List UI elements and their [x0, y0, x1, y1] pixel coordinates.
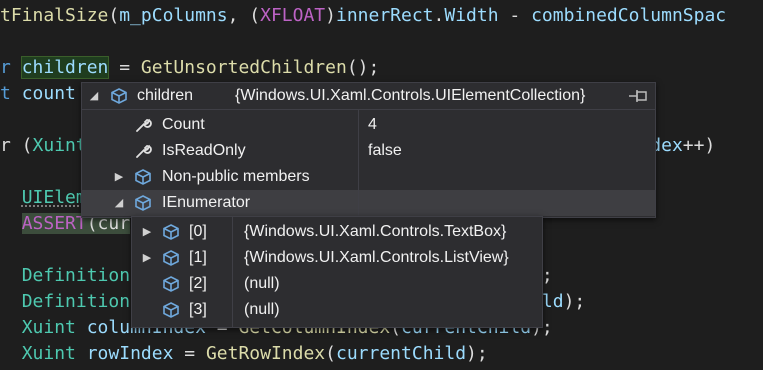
code-token[interactable]: Definition [22, 291, 130, 312]
code-token[interactable]: innerRect [336, 5, 434, 26]
code-token[interactable]: ); [564, 291, 586, 312]
child-item-value[interactable]: {Windows.UI.Xaml.Controls.TextBox} [244, 219, 506, 245]
code-token[interactable]: combinedColumnSpac [531, 5, 726, 26]
code-token[interactable]: Xuint [33, 135, 87, 156]
datatip-member-row[interactable]: ▶ Non-public members [82, 164, 655, 190]
code-line: tFinalSize(m_pColumns, (XFLOAT)innerRect… [0, 3, 726, 29]
datatip-member-row[interactable]: Count 4 [82, 112, 655, 138]
code-token[interactable]: rowIndex [87, 343, 174, 364]
object-cube-icon [163, 224, 179, 240]
column-divider[interactable] [358, 110, 359, 217]
member-name: IsReadOnly [162, 142, 246, 159]
datatip-member-row[interactable]: IsReadOnly false [82, 138, 655, 164]
code-token[interactable]: ( [108, 5, 119, 26]
member-value[interactable]: 4 [368, 112, 377, 138]
datatip-header-row[interactable]: ◢ children {Windows.UI.Xaml.Controls.UIE… [82, 83, 655, 109]
datatip-variable-name: children [137, 87, 194, 104]
expand-icon[interactable]: ▶ [141, 219, 153, 245]
collapse-icon[interactable]: ◢ [113, 190, 125, 216]
code-token[interactable]: Width [444, 5, 498, 26]
child-item-value[interactable]: {Windows.UI.Xaml.Controls.ListView} [244, 245, 509, 271]
object-cube-icon [163, 250, 179, 266]
code-token[interactable] [76, 317, 87, 338]
code-token[interactable]: Xuint [22, 343, 76, 364]
child-item-index: [2] [189, 275, 207, 292]
datatip-variable-value[interactable]: {Windows.UI.Xaml.Controls.UIElementColle… [235, 83, 585, 109]
code-token[interactable] [0, 343, 22, 364]
child-item-row[interactable]: ▶ [0] {Windows.UI.Xaml.Controls.TextBox} [132, 219, 542, 245]
code-token[interactable]: r [0, 57, 22, 78]
code-token[interactable]: ); [466, 343, 488, 364]
expand-icon[interactable]: ▶ [141, 245, 153, 271]
object-cube-icon [135, 169, 151, 185]
code-token[interactable]: GetUnsortedChildren [141, 57, 347, 78]
code-token[interactable]: tFinalSize [0, 5, 108, 26]
code-token[interactable]: r ( [0, 135, 33, 156]
code-token[interactable]: m_pColumns [119, 5, 227, 26]
child-item-row[interactable]: ▶ [1] {Windows.UI.Xaml.Controls.ListView} [132, 245, 542, 271]
code-token[interactable]: XFLOAT [260, 5, 325, 26]
wrench-icon [136, 118, 152, 132]
code-token[interactable]: , ( [228, 5, 261, 26]
child-item-index: [1] [189, 249, 207, 266]
collapse-icon[interactable]: ◢ [88, 83, 100, 109]
code-token[interactable]: ) [325, 5, 336, 26]
code-token[interactable]: ++) [683, 135, 716, 156]
wrench-icon [136, 144, 152, 158]
code-token[interactable]: Definition [22, 265, 130, 286]
code-token[interactable]: t [0, 83, 22, 104]
code-line: t count [0, 81, 76, 107]
code-token[interactable] [0, 213, 22, 234]
code-token[interactable]: = [173, 343, 206, 364]
code-token[interactable]: = [108, 57, 141, 78]
member-value[interactable]: false [368, 138, 402, 164]
child-item-index: [3] [189, 301, 207, 318]
code-token[interactable]: currentChild [336, 343, 466, 364]
code-token[interactable]: Xuint [22, 317, 76, 338]
code-token[interactable]: count [22, 83, 76, 104]
code-token[interactable] [0, 317, 22, 338]
object-cube-icon [135, 195, 151, 211]
child-item-index: [0] [189, 223, 207, 240]
child-datatip[interactable]: ▶ [0] {Windows.UI.Xaml.Controls.TextBox} ▶[… [131, 216, 543, 328]
column-divider[interactable] [232, 217, 233, 327]
object-cube-icon [111, 88, 127, 104]
member-name: IEnumerator [162, 194, 251, 211]
code-token[interactable] [0, 187, 22, 208]
datatip[interactable]: ◢ children {Windows.UI.Xaml.Controls.UIE… [81, 82, 656, 218]
code-line: r children = GetUnsortedChildren(); [0, 55, 379, 81]
child-item-row[interactable]: [3] (null) [132, 297, 542, 323]
code-token[interactable] [0, 291, 22, 312]
member-name: Count [162, 116, 205, 133]
code-token[interactable]: ( [325, 343, 336, 364]
code-token[interactable]: ASSERT [21, 213, 87, 234]
expand-icon[interactable]: ▶ [113, 164, 125, 190]
pin-icon[interactable] [627, 88, 649, 104]
datatip-member-row[interactable]: ◢ IEnumerator [82, 190, 655, 216]
code-token[interactable]: children [20, 56, 110, 79]
code-line: Xuint rowIndex = GetRowIndex(currentChil… [0, 341, 488, 367]
object-cube-icon [163, 276, 179, 292]
code-token[interactable] [76, 343, 87, 364]
object-cube-icon [163, 302, 179, 318]
datatip-header-divider [82, 109, 655, 110]
child-item-row[interactable]: [2] (null) [132, 271, 542, 297]
code-token[interactable] [0, 265, 22, 286]
code-token[interactable]: GetRowIndex [206, 343, 325, 364]
member-name: Non-public members [162, 168, 310, 185]
code-token[interactable]: (); [347, 57, 380, 78]
code-token[interactable]: - [499, 5, 532, 26]
child-item-value[interactable]: (null) [244, 271, 280, 297]
code-token[interactable]: . [434, 5, 445, 26]
child-item-value[interactable]: (null) [244, 297, 280, 323]
